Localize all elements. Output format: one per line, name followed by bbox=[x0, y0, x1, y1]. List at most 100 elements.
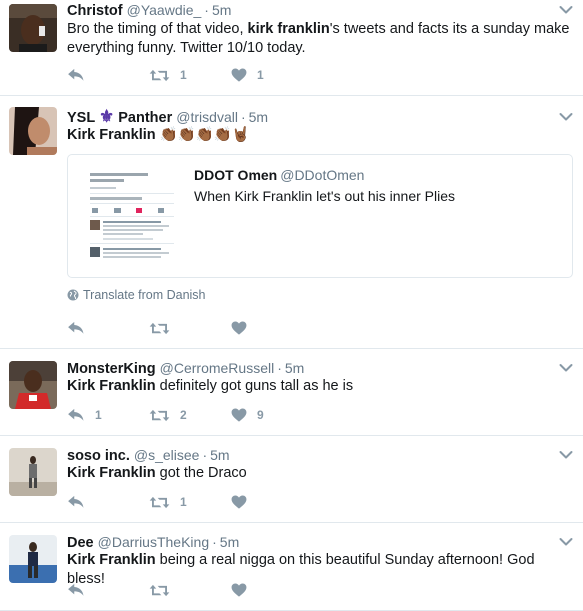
user-name[interactable]: soso inc. bbox=[67, 448, 130, 464]
timestamp[interactable]: 5m bbox=[212, 2, 231, 18]
retweet-icon bbox=[149, 583, 170, 598]
tweet-actions bbox=[67, 581, 291, 599]
tweet-text: Kirk Franklin definitely got guns tall a… bbox=[67, 378, 354, 394]
tweet-ysl-panther[interactable]: YSL ⚜ Panther @trisdvall · 5m Kirk Frankli… bbox=[0, 96, 583, 349]
highlight-term: Kirk Franklin bbox=[67, 552, 156, 568]
tweet-text: Kirk Franklin got the Draco bbox=[67, 465, 247, 481]
translate-link[interactable]: Translate from Danish bbox=[67, 288, 206, 302]
separator-dot: · bbox=[277, 360, 282, 376]
like-count: 1 bbox=[257, 68, 264, 82]
timestamp[interactable]: 5m bbox=[285, 360, 304, 376]
tweet-header: soso inc. @s_elisee · 5m bbox=[67, 446, 230, 464]
quoted-user-handle: @DDotOmen bbox=[280, 167, 365, 183]
retweet-count: 2 bbox=[180, 408, 187, 422]
clap-emoji: 👏🏾👏🏾👏🏾👏🏾🤘🏾 bbox=[159, 127, 250, 143]
heart-icon bbox=[231, 495, 247, 509]
retweet-icon bbox=[149, 408, 170, 423]
user-handle[interactable]: @s_elisee bbox=[134, 447, 200, 463]
avatar[interactable] bbox=[9, 4, 57, 52]
retweet-button[interactable] bbox=[149, 319, 231, 337]
reply-button[interactable] bbox=[67, 493, 149, 511]
avatar[interactable] bbox=[9, 448, 57, 496]
heart-icon bbox=[231, 408, 247, 422]
retweet-icon bbox=[149, 495, 170, 510]
reply-button[interactable] bbox=[67, 66, 149, 84]
tweet-christof[interactable]: Christof @Yaawdie_ · 5m Bro the timing of … bbox=[0, 0, 583, 96]
tweet-actions bbox=[67, 319, 291, 337]
quoted-user-name: DDOT Omen bbox=[194, 167, 278, 183]
user-handle[interactable]: @CerromeRussell bbox=[160, 360, 275, 376]
tweet-dee[interactable]: Dee @DarriusTheKing · 5m Kirk Franklin bei… bbox=[0, 523, 583, 611]
like-button[interactable] bbox=[231, 581, 291, 599]
user-name[interactable]: MonsterKing bbox=[67, 361, 156, 377]
like-button[interactable]: 9 bbox=[231, 406, 291, 424]
translate-label: Translate from Danish bbox=[83, 288, 206, 302]
retweet-button[interactable]: 2 bbox=[149, 406, 231, 424]
user-handle[interactable]: @DarriusTheKing bbox=[98, 534, 209, 550]
tweet-text: Kirk Franklin 👏🏾👏🏾👏🏾👏🏾🤘🏾 bbox=[67, 126, 572, 145]
retweet-icon bbox=[149, 321, 170, 336]
retweet-icon bbox=[149, 68, 170, 83]
like-button[interactable]: 1 bbox=[231, 66, 291, 84]
tweet-actions: 1 bbox=[67, 493, 291, 511]
heart-icon bbox=[231, 68, 247, 82]
reply-button[interactable] bbox=[67, 319, 149, 337]
highlight-term: kirk franklin bbox=[247, 21, 330, 37]
retweet-count: 1 bbox=[180, 68, 187, 82]
heart-icon bbox=[231, 321, 247, 335]
highlight-term: Kirk Franklin bbox=[67, 127, 156, 143]
fleur-de-lis-icon: ⚜ bbox=[98, 107, 115, 126]
reply-icon bbox=[67, 495, 85, 509]
avatar[interactable] bbox=[9, 361, 57, 409]
retweet-count: 1 bbox=[180, 495, 187, 509]
timestamp[interactable]: 5m bbox=[220, 534, 239, 550]
like-button[interactable] bbox=[231, 319, 291, 337]
retweet-button[interactable]: 1 bbox=[149, 66, 231, 84]
reply-icon bbox=[67, 68, 85, 82]
tweet-soso-inc[interactable]: soso inc. @s_elisee · 5m Kirk Franklin got… bbox=[0, 436, 583, 523]
highlight-term: Kirk Franklin bbox=[67, 465, 156, 481]
reply-icon bbox=[67, 408, 85, 422]
user-handle[interactable]: @trisdvall bbox=[176, 109, 238, 125]
separator-dot: · bbox=[204, 2, 209, 18]
avatar[interactable] bbox=[9, 107, 57, 155]
separator-dot: · bbox=[202, 447, 208, 463]
quoted-tweet-text: When Kirk Franklin let's out his inner P… bbox=[194, 188, 455, 204]
reply-button[interactable]: 1 bbox=[67, 406, 149, 424]
retweet-button[interactable] bbox=[149, 581, 231, 599]
user-name[interactable]: Dee bbox=[67, 535, 94, 551]
retweet-button[interactable]: 1 bbox=[149, 493, 231, 511]
reply-icon bbox=[67, 583, 85, 597]
reply-count: 1 bbox=[95, 408, 102, 422]
tweet-header: MonsterKing @CerromeRussell · 5m bbox=[67, 359, 304, 377]
highlight-term: Kirk Franklin bbox=[67, 378, 156, 394]
avatar[interactable] bbox=[9, 535, 57, 583]
tweet-text: Bro the timing of that video, kirk frank… bbox=[67, 21, 570, 56]
reply-icon bbox=[67, 321, 85, 335]
caret-down-icon[interactable] bbox=[559, 112, 573, 122]
separator-dot: · bbox=[212, 534, 217, 550]
timestamp[interactable]: 5m bbox=[249, 109, 268, 125]
tweet-header: Dee @DarriusTheKing · 5m bbox=[67, 533, 239, 551]
timestamp[interactable]: 5m bbox=[210, 447, 229, 463]
user-handle[interactable]: @Yaawdie_ bbox=[127, 2, 202, 18]
caret-down-icon[interactable] bbox=[559, 5, 573, 15]
quoted-tweet[interactable]: DDOT Omen @DDotOmen When Kirk Franklin le… bbox=[67, 154, 573, 278]
quoted-media-thumbnail[interactable] bbox=[80, 163, 184, 269]
caret-down-icon[interactable] bbox=[559, 537, 573, 547]
heart-icon bbox=[231, 583, 247, 597]
user-name[interactable]: YSL ⚜ Panther bbox=[67, 107, 172, 127]
quoted-user[interactable]: DDOT Omen @DDotOmen bbox=[194, 167, 364, 183]
tweet-header: Christof @Yaawdie_ · 5m bbox=[67, 1, 231, 19]
separator-dot: · bbox=[240, 109, 246, 125]
globe-icon bbox=[67, 289, 79, 301]
caret-down-icon[interactable] bbox=[559, 363, 573, 373]
like-button[interactable] bbox=[231, 493, 291, 511]
user-name[interactable]: Christof bbox=[67, 3, 123, 19]
tweet-monsterking[interactable]: MonsterKing @CerromeRussell · 5m Kirk Fran… bbox=[0, 349, 583, 436]
tweet-actions: 1 2 9 bbox=[67, 406, 291, 424]
reply-button[interactable] bbox=[67, 581, 149, 599]
tweet-actions: 1 1 bbox=[67, 66, 291, 84]
like-count: 9 bbox=[257, 408, 264, 422]
caret-down-icon[interactable] bbox=[559, 450, 573, 460]
